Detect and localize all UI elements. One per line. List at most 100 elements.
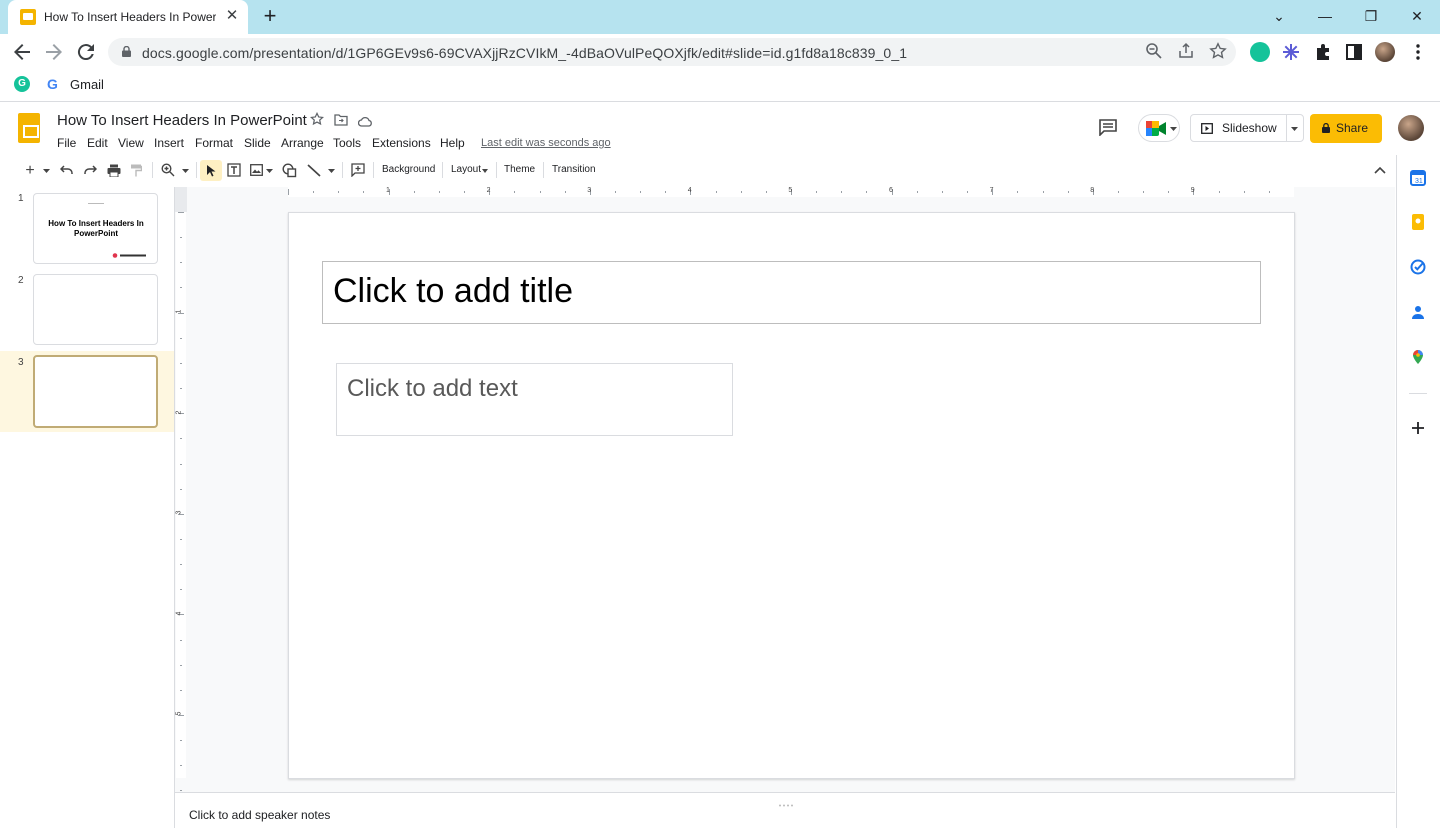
ruler-tick xyxy=(967,191,969,193)
body-placeholder-text[interactable]: Click to add text xyxy=(347,375,518,403)
undo-icon[interactable] xyxy=(60,164,74,176)
ruler-number: 2 xyxy=(486,187,491,194)
menu-slide[interactable]: Slide xyxy=(244,136,271,150)
sunburst-extension-icon[interactable] xyxy=(1281,42,1301,62)
menu-format[interactable]: Format xyxy=(195,136,233,150)
meet-button[interactable] xyxy=(1138,114,1180,142)
zoom-icon[interactable] xyxy=(161,163,175,177)
google-g-icon[interactable]: G xyxy=(47,76,58,92)
menu-edit[interactable]: Edit xyxy=(87,136,108,150)
collapse-chevron-icon[interactable] xyxy=(1374,166,1386,174)
tab-close-icon[interactable]: ✕ xyxy=(222,6,242,26)
forward-arrow-icon[interactable] xyxy=(42,40,66,64)
svg-text:31: 31 xyxy=(1415,178,1423,185)
horizontal-ruler[interactable]: 1 2 3 4 5 6 7 8 9 xyxy=(288,187,1294,197)
menu-help[interactable]: Help xyxy=(440,136,465,150)
new-tab-button[interactable]: + xyxy=(258,4,282,28)
zoom-caret-icon[interactable] xyxy=(182,169,189,173)
tab-search-icon[interactable]: ⌄ xyxy=(1264,4,1294,28)
transition-button[interactable]: Transition xyxy=(552,164,596,175)
speaker-notes-panel[interactable] xyxy=(175,792,1395,828)
comment-history-icon[interactable] xyxy=(1098,118,1122,140)
kebab-menu-icon[interactable] xyxy=(1408,42,1428,62)
slideshow-label[interactable]: Slideshow xyxy=(1222,121,1277,135)
menu-tools[interactable]: Tools xyxy=(333,136,361,150)
speaker-notes-placeholder[interactable]: Click to add speaker notes xyxy=(189,808,330,822)
last-edit-link[interactable]: Last edit was seconds ago xyxy=(481,137,611,149)
maps-icon[interactable] xyxy=(1410,349,1426,365)
restore-button[interactable]: ❐ xyxy=(1356,4,1386,28)
ruler-tick xyxy=(1042,191,1044,193)
theme-button[interactable]: Theme xyxy=(504,164,535,175)
vertical-ruler[interactable]: 1 2 3 4 5 xyxy=(175,212,186,792)
star-icon[interactable] xyxy=(309,111,326,128)
slideshow-options-caret-icon[interactable] xyxy=(1291,127,1298,131)
share-label[interactable]: Share xyxy=(1336,121,1368,135)
shape-icon[interactable] xyxy=(282,163,297,178)
slide-thumbnail-3[interactable] xyxy=(33,355,158,428)
meet-icon xyxy=(1146,121,1166,136)
image-caret-icon[interactable] xyxy=(266,169,273,173)
contacts-icon[interactable] xyxy=(1410,304,1426,320)
ruler-tick xyxy=(740,191,742,193)
text-box-icon[interactable] xyxy=(227,163,241,177)
bookmark-gmail[interactable]: Gmail xyxy=(70,77,104,92)
line-icon[interactable] xyxy=(307,164,321,177)
print-icon[interactable] xyxy=(107,164,121,177)
lock-icon[interactable] xyxy=(122,46,131,57)
cloud-saved-icon[interactable] xyxy=(357,114,374,128)
keep-icon[interactable] xyxy=(1410,214,1426,230)
ruler-tick xyxy=(180,337,182,339)
select-tool-button[interactable] xyxy=(200,160,222,181)
back-arrow-icon[interactable] xyxy=(10,40,34,64)
ruler-tick xyxy=(941,191,943,193)
close-window-button[interactable]: ✕ xyxy=(1402,4,1432,28)
layout-caret-icon[interactable] xyxy=(482,169,488,173)
ruler-number: 8 xyxy=(1090,187,1095,194)
puzzle-extensions-icon[interactable] xyxy=(1313,42,1333,62)
reload-icon[interactable] xyxy=(74,40,98,64)
menu-view[interactable]: View xyxy=(118,136,144,150)
background-button[interactable]: Background xyxy=(382,164,435,175)
bookmark-star-icon[interactable] xyxy=(1208,42,1228,62)
redo-icon[interactable] xyxy=(83,164,97,176)
tasks-icon[interactable] xyxy=(1410,259,1426,275)
menu-insert[interactable]: Insert xyxy=(154,136,184,150)
get-addons-plus-icon[interactable] xyxy=(1410,420,1426,436)
slides-logo-icon[interactable] xyxy=(18,113,40,143)
image-icon[interactable] xyxy=(250,164,263,176)
ruler-tick xyxy=(715,191,717,193)
menu-arrange[interactable]: Arrange xyxy=(281,136,324,150)
cursor-arrow-icon xyxy=(207,165,216,177)
toolbar-separator xyxy=(442,162,443,178)
ruler-tick xyxy=(180,287,182,289)
move-folder-icon[interactable] xyxy=(334,113,350,129)
add-comment-icon[interactable] xyxy=(351,163,365,177)
paint-format-icon[interactable] xyxy=(130,164,142,177)
menu-extensions[interactable]: Extensions xyxy=(372,136,431,150)
grammarly-bookmark-icon[interactable]: G xyxy=(14,76,30,92)
title-placeholder-text[interactable]: Click to add title xyxy=(333,272,573,311)
ruler-tick xyxy=(338,191,340,193)
new-slide-plus-icon[interactable]: + xyxy=(22,162,38,180)
rail-divider xyxy=(1409,393,1427,394)
account-avatar[interactable] xyxy=(1398,115,1424,141)
ruler-tick xyxy=(180,664,182,666)
layout-button[interactable]: Layout xyxy=(451,164,481,175)
zoom-icon[interactable] xyxy=(1144,42,1164,62)
line-caret-icon[interactable] xyxy=(328,169,335,173)
tab-title: How To Insert Headers In PowerPoint xyxy=(44,10,216,24)
grammarly-extension-icon[interactable] xyxy=(1250,42,1270,62)
calendar-icon[interactable]: 31 xyxy=(1410,170,1426,186)
new-slide-caret-icon[interactable] xyxy=(43,169,50,173)
profile-avatar[interactable] xyxy=(1375,42,1395,62)
notes-resize-handle[interactable] xyxy=(778,794,794,807)
url-text[interactable]: docs.google.com/presentation/d/1GP6GEv9s… xyxy=(142,45,907,61)
minimize-button[interactable]: — xyxy=(1310,4,1340,28)
slide-thumbnail-2[interactable] xyxy=(33,274,158,345)
ruler-number: 5 xyxy=(175,711,183,716)
menu-file[interactable]: File xyxy=(57,136,76,150)
document-title[interactable]: How To Insert Headers In PowerPoint xyxy=(57,112,307,129)
side-panel-icon[interactable] xyxy=(1344,42,1364,62)
share-page-icon[interactable] xyxy=(1176,42,1196,62)
